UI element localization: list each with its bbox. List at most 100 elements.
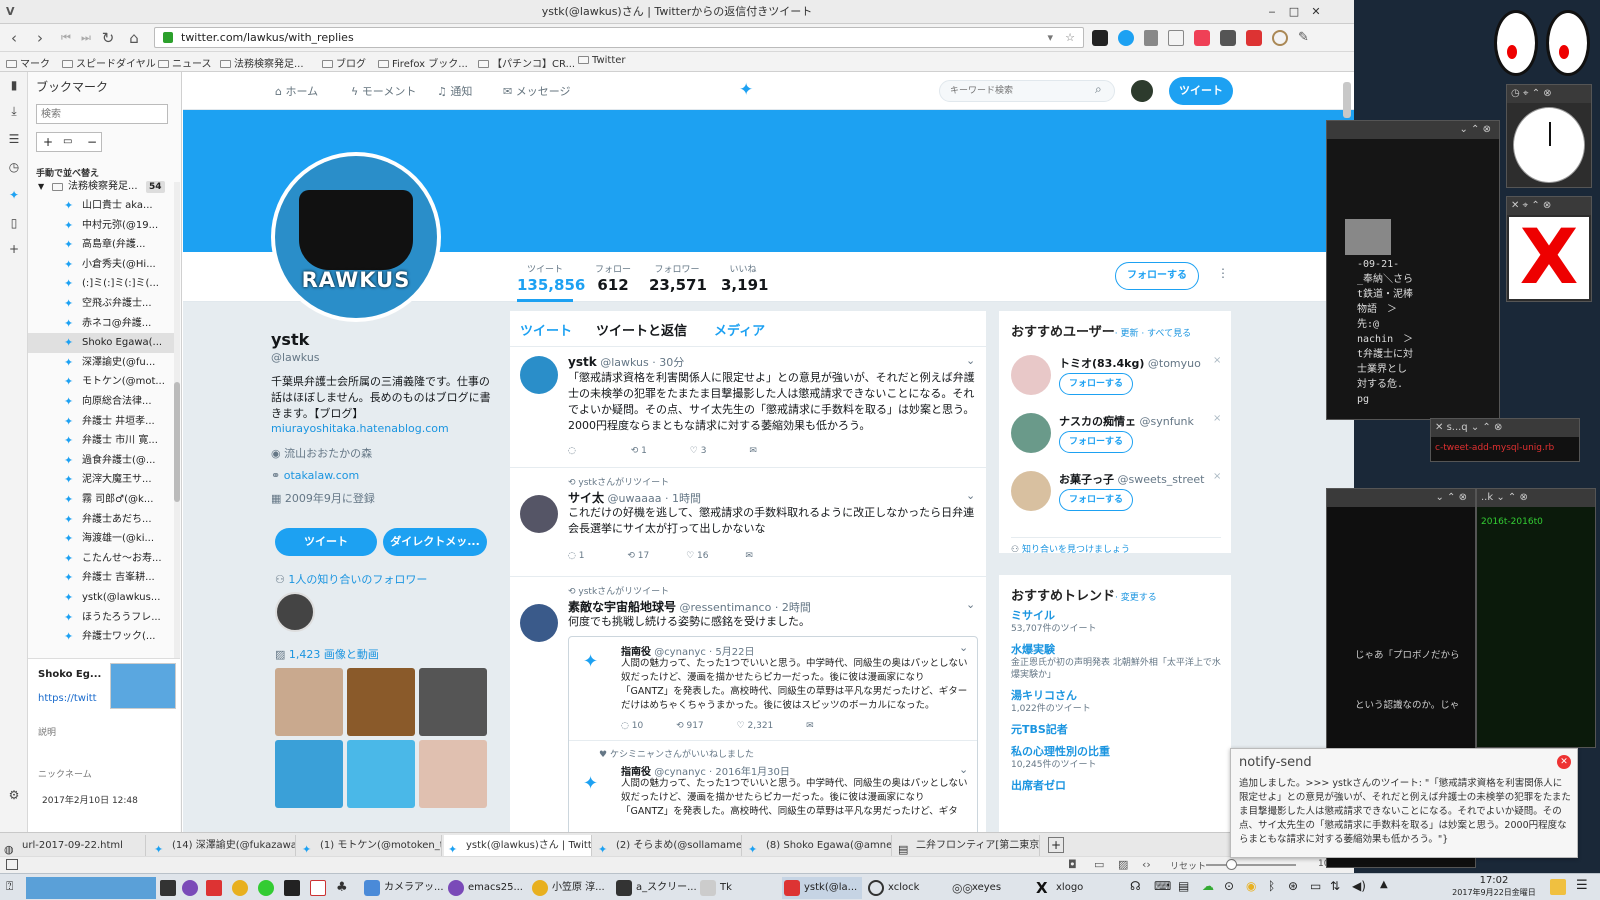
- bookmark-tree-item[interactable]: ✦ ほうたろうフレ...: [28, 608, 180, 628]
- close-icon[interactable]: ✕: [1557, 755, 1571, 769]
- close-icon[interactable]: ✕: [1435, 422, 1447, 433]
- reply-icon[interactable]: ◌: [621, 721, 629, 731]
- image-toggle-icon[interactable]: ▨: [1118, 858, 1128, 871]
- delete-bookmark-button[interactable]: −: [87, 133, 97, 151]
- follow-user-button[interactable]: フォローする: [1059, 489, 1133, 511]
- calendar-icon[interactable]: [1168, 30, 1184, 46]
- bookmark-search-input[interactable]: [36, 104, 168, 124]
- follower-avatar[interactable]: [275, 592, 315, 632]
- bookmark-tree-item[interactable]: ✦ 中村元弥(@19...: [28, 216, 180, 236]
- taskbar-item[interactable]: emacs25...: [446, 877, 526, 899]
- followers-you-know[interactable]: ⚇ 1人の知り合いのフォロワー: [275, 571, 427, 587]
- tray-icon[interactable]: ☊: [1130, 879, 1141, 893]
- bookmark-tree-item[interactable]: ✦ 弁護士ワック(...: [28, 627, 180, 647]
- zoom-slider-handle[interactable]: [1226, 859, 1237, 870]
- nav-home[interactable]: ⌂ ホーム: [275, 83, 318, 99]
- direct-message-button[interactable]: ダイレクトメッ...: [383, 528, 487, 556]
- bookmark-tree-item[interactable]: ✦ 空飛ぶ弁護士...: [28, 294, 180, 314]
- xlogo-window[interactable]: ✕ ⌖ ⌃ ⊗ X: [1506, 196, 1592, 302]
- profile-blog-link[interactable]: miurayoshitaka.hatenablog.com: [271, 422, 491, 435]
- bookmark-item[interactable]: ニュース: [158, 55, 212, 70]
- volume-icon[interactable]: ◀): [1352, 879, 1366, 893]
- bookmark-tree-item[interactable]: ✦ 小倉秀夫(@Hi...: [28, 255, 180, 275]
- bookmark-tree-item[interactable]: ✦ 向原総合法律...: [28, 392, 180, 412]
- follow-user-button[interactable]: フォローする: [1059, 431, 1133, 453]
- media-link[interactable]: ▨ 1,423 画像と動画: [275, 646, 379, 662]
- menu-icon[interactable]: ☰: [1576, 878, 1588, 893]
- app-launcher-icon[interactable]: [258, 880, 274, 896]
- bookmark-tree-item[interactable]: ✦ 弁護士 吉峯耕...: [28, 568, 180, 588]
- new-tab-button[interactable]: +: [1048, 837, 1064, 853]
- reply-icon[interactable]: ◌: [568, 446, 576, 456]
- launcher-icon[interactable]: ⍰: [6, 879, 13, 894]
- chevron-down-icon[interactable]: ⌄: [959, 763, 968, 776]
- profile-tweet-button[interactable]: ツイート: [275, 528, 377, 556]
- reset-button[interactable]: リセット: [1170, 859, 1206, 872]
- media-thumbnail[interactable]: [419, 740, 487, 808]
- browser-tab[interactable]: ✦(1) モトケン(@motoken_tw(: [298, 835, 442, 856]
- maximize-button[interactable]: □: [1284, 0, 1304, 24]
- retweet-icon[interactable]: ⟲: [631, 446, 639, 456]
- notification-extension-icon[interactable]: [1246, 30, 1262, 46]
- tray-icon[interactable]: ⊛: [1288, 879, 1298, 893]
- chevron-down-icon[interactable]: ⌄: [966, 489, 975, 502]
- settings-extension-icon[interactable]: [1272, 30, 1288, 46]
- xclock-window[interactable]: ◷ ⌖ ⌃ ⊗: [1506, 84, 1592, 188]
- small-window[interactable]: ✕ s...q ⌄ ⌃ ⊗ c-tweet-add-mysql-unig.rb: [1430, 418, 1580, 462]
- app-launcher-icon[interactable]: [310, 880, 326, 896]
- reload-icon[interactable]: ↻: [98, 28, 118, 48]
- bookmark-star-icon[interactable]: ☆: [1065, 28, 1075, 47]
- workspace-switcher[interactable]: [26, 877, 156, 899]
- bookmark-item[interactable]: スピードダイヤル: [62, 55, 156, 70]
- download-icon[interactable]: ⤓: [6, 104, 22, 120]
- taskbar-item[interactable]: 小笠原 淳...: [530, 877, 610, 899]
- stat-following[interactable]: フォロー 612: [591, 262, 635, 294]
- more-icon[interactable]: ⋮: [1217, 266, 1229, 280]
- bookmark-tree-item[interactable]: ✦ 霧 司郎♂(@k...: [28, 490, 180, 510]
- trend-item[interactable]: 出席者ゼロ: [1011, 777, 1223, 793]
- browser-tab[interactable]: ✦ (8) Shoko Egawa(@amneris: [744, 835, 892, 856]
- trend-item[interactable]: 私の心理性別の比重 10,245件のツイート: [1011, 743, 1223, 771]
- notification-popup[interactable]: notify-send ✕ 追加しました。>>> ystkさんのツイート: "「…: [1230, 748, 1578, 858]
- bookmark-item[interactable]: ブログ: [322, 55, 366, 70]
- like-icon[interactable]: ♡: [737, 721, 745, 731]
- trend-item[interactable]: ミサイル 53,707件のツイート: [1011, 607, 1223, 635]
- display-icon[interactable]: ▭: [1310, 879, 1321, 893]
- message-icon[interactable]: ✉: [749, 446, 757, 456]
- pocket-icon[interactable]: [1194, 30, 1210, 46]
- tweet[interactable]: ystk @lawkus · 30分 ⌄ 「懲戒請求資格を利害関係人に限定せよ」…: [510, 348, 988, 468]
- taskbar-item-active[interactable]: ystk(@la...: [782, 877, 862, 899]
- media-thumbnail[interactable]: [275, 740, 343, 808]
- terminal-window[interactable]: ⌄ ⌃ ⊗ -09-21- _奉納＼さら t鉄道・泥棒 物語 ＞ 先:@ nachin ＞…: [1326, 120, 1500, 420]
- history-icon[interactable]: ◷: [6, 160, 22, 176]
- stat-likes[interactable]: いいね 3,191: [721, 262, 768, 294]
- vivaldi-launcher-icon[interactable]: [206, 880, 222, 896]
- twitter-panel-icon[interactable]: ✦: [6, 188, 22, 204]
- bookmark-item[interactable]: 【パチンコ】CR...: [478, 55, 575, 70]
- taskbar-item[interactable]: a_スクリー...: [614, 877, 697, 899]
- window-icon[interactable]: ▭: [1094, 858, 1104, 871]
- taskbar-item[interactable]: カメラアッ...: [362, 877, 444, 899]
- keyboard-icon[interactable]: ⌨: [1154, 879, 1171, 893]
- bookmark-tree-item[interactable]: ✦ (:]ミ(:]ミ(:]ミ(...: [28, 274, 180, 294]
- tweet-avatar[interactable]: [520, 356, 558, 394]
- taskbar-item[interactable]: ◎◎ xeyes: [950, 877, 1030, 899]
- new-folder-button[interactable]: ▭: [63, 133, 72, 151]
- last-page-icon[interactable]: ⏭: [76, 28, 96, 48]
- user-name[interactable]: お菓子っ子: [1059, 473, 1114, 486]
- clipboard-icon[interactable]: ▤: [1178, 879, 1189, 893]
- chevron-down-icon[interactable]: ⌄: [966, 598, 975, 611]
- follow-button[interactable]: フォローする: [1115, 262, 1199, 290]
- bookmark-tree-item[interactable]: ✦ 海渡雄一(@ki...: [28, 529, 180, 549]
- panel-toggle-icon[interactable]: [6, 859, 18, 870]
- bookmark-folder[interactable]: ▼ 法務検察発足... 54: [28, 178, 180, 196]
- tweet[interactable]: ⟲ ystkさんがリツイート サイ太 @uwaaaa · 1時間 ⌄ これだけの…: [510, 469, 988, 577]
- nav-notifications[interactable]: ♫ 通知: [437, 83, 472, 99]
- bookmark-item[interactable]: Twitter: [578, 55, 626, 66]
- bookmark-tree-item[interactable]: ✦ 弁護士 市川 寛...: [28, 431, 180, 451]
- chevron-up-icon[interactable]: ▲: [1380, 879, 1388, 890]
- cloud-icon[interactable]: ☁: [1202, 879, 1214, 893]
- network-icon[interactable]: ⇅: [1330, 879, 1340, 893]
- camera-icon[interactable]: ◘: [1068, 858, 1077, 871]
- retweet-icon[interactable]: ⟲: [676, 721, 684, 731]
